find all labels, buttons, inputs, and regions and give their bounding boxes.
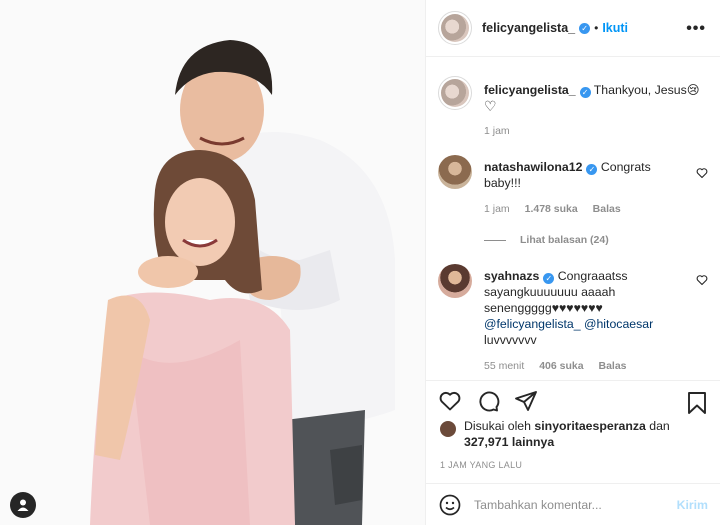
like-button[interactable] — [438, 389, 462, 413]
comment-button[interactable] — [476, 389, 500, 413]
like-comment-heart-icon[interactable] — [696, 167, 708, 179]
caption-text: Thankyou, Jesus😢 — [593, 83, 700, 97]
comment-item: syahnazs ✓ Congraaatss sayangkuuuuuuu aaa… — [438, 264, 708, 372]
author-username[interactable]: felicyangelista_ — [482, 21, 575, 35]
mention-link[interactable]: @felicyangelista_ — [484, 317, 581, 331]
post-photo[interactable] — [0, 0, 425, 525]
liker-avatar[interactable] — [440, 421, 456, 437]
comment-likes[interactable]: 1.478 suka — [525, 203, 578, 215]
couple-photo-illustration — [0, 0, 425, 525]
separator-dot: • — [594, 21, 599, 35]
save-button[interactable] — [686, 391, 708, 418]
send-button[interactable]: Kirim — [677, 498, 708, 512]
caption-time[interactable]: 1 jam — [484, 125, 510, 137]
bookmark-icon — [688, 392, 706, 414]
comment-icon — [479, 391, 500, 411]
author-avatar[interactable] — [438, 11, 472, 45]
user-tag-icon — [17, 499, 29, 511]
more-options-icon[interactable]: ••• — [686, 20, 706, 38]
caption: felicyangelista_ ✓ Thankyou, Jesus😢 ♡ 1 j… — [438, 76, 708, 137]
commenter-avatar[interactable] — [438, 264, 472, 298]
post-sidebar: felicyangelista_ ✓ • Ikuti ••• felicyang… — [425, 0, 720, 525]
verified-icon: ✓ — [579, 87, 591, 98]
likes-summary: Disukai oleh sinyoritaesperanza dan 327,… — [438, 418, 708, 450]
likes-count[interactable]: 327,971 lainnya — [464, 435, 554, 449]
reply-button[interactable]: Balas — [593, 203, 621, 215]
comment-item: natashawilona12 ✓ Congrats baby!!! 1 jam … — [438, 155, 708, 215]
likes-connector: dan — [649, 419, 670, 433]
emoji-icon[interactable] — [438, 493, 462, 517]
caption-username[interactable]: felicyangelista_ — [484, 83, 576, 97]
share-icon — [515, 390, 537, 411]
caption-heart: ♡ — [484, 98, 497, 114]
commenter-avatar[interactable] — [438, 155, 472, 189]
likes-prefix: Disukai oleh — [464, 419, 531, 433]
comment-input[interactable]: Tambahkan komentar... — [474, 498, 677, 512]
comment-likes[interactable]: 406 suka — [539, 360, 583, 372]
comment-time[interactable]: 55 menit — [484, 360, 524, 372]
reply-button[interactable]: Balas — [599, 360, 627, 372]
comments-list: felicyangelista_ ✓ Thankyou, Jesus😢 ♡ 1 j… — [426, 58, 720, 380]
comment-username[interactable]: natashawilona12 — [484, 160, 582, 174]
post-timestamp[interactable]: 1 JAM YANG LALU — [440, 460, 522, 470]
mention-link[interactable]: @hitocaesar — [584, 317, 653, 331]
comment-composer: Tambahkan komentar... Kirim — [426, 483, 720, 525]
action-bar — [426, 380, 720, 420]
caption-avatar[interactable] — [438, 76, 472, 110]
user-tag-button[interactable] — [10, 492, 36, 518]
replies-divider — [484, 239, 506, 241]
comment-text-tail: luvvvvvvv — [484, 333, 537, 347]
follow-button[interactable]: Ikuti — [602, 21, 628, 35]
like-comment-heart-icon[interactable] — [696, 274, 708, 286]
verified-icon: ✓ — [579, 22, 591, 34]
heart-icon — [439, 391, 461, 410]
view-replies-label: Lihat balasan (24) — [520, 234, 609, 246]
share-button[interactable] — [514, 389, 538, 413]
comment-username[interactable]: syahnazs — [484, 269, 539, 283]
post-header: felicyangelista_ ✓ • Ikuti ••• — [426, 0, 720, 57]
verified-icon: ✓ — [543, 273, 555, 284]
comment-time[interactable]: 1 jam — [484, 203, 510, 215]
liker-username[interactable]: sinyoritaesperanza — [534, 419, 645, 433]
view-replies-button[interactable]: Lihat balasan (24) — [484, 234, 609, 246]
verified-icon: ✓ — [586, 164, 598, 175]
